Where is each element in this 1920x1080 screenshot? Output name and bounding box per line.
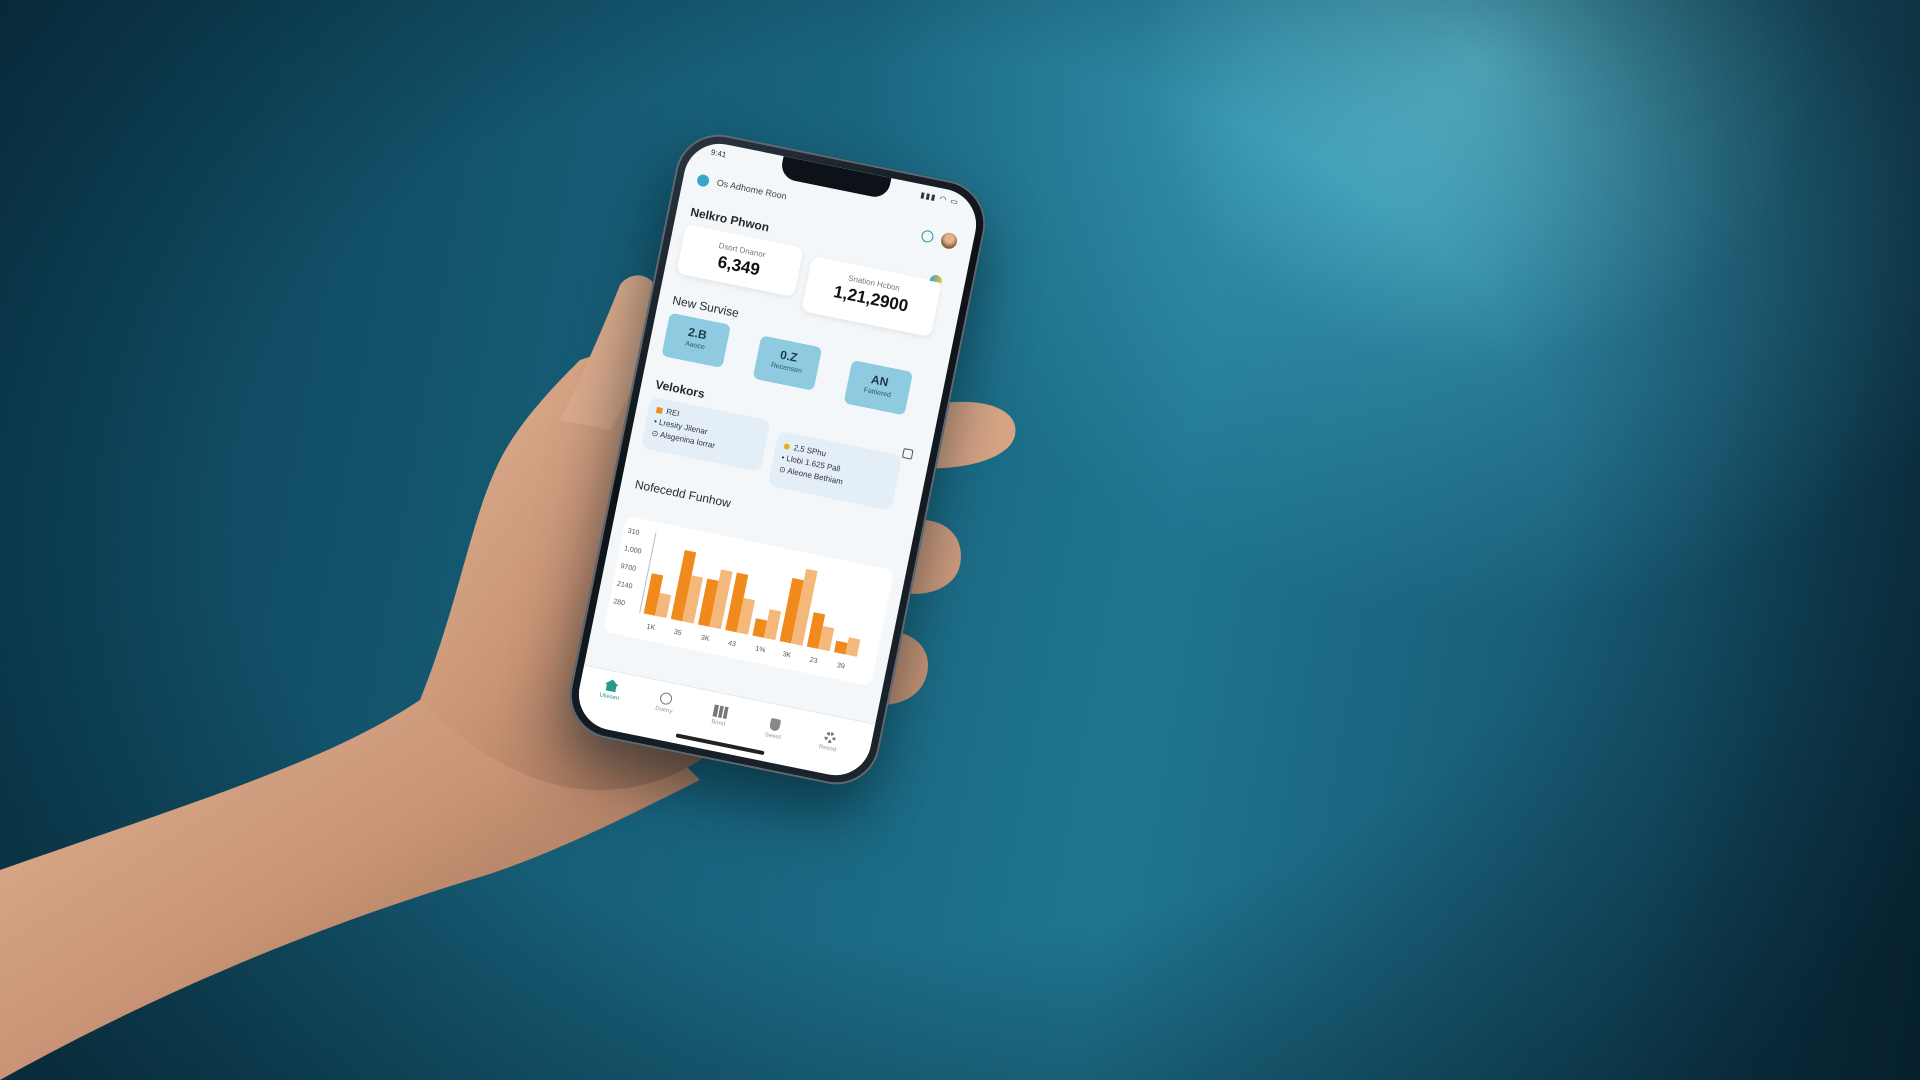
vehicles-title: Velokors [654, 377, 706, 402]
vehicle-card-1[interactable]: REI • Lresity Jilenar ⊙ Alsgenina lorrar [640, 396, 771, 472]
bottom-nav: Uliesen Dueny Bnnd Sewel Resnd [572, 664, 876, 782]
nav-item-chart[interactable]: Bnnd [693, 701, 746, 732]
edit-icon[interactable] [901, 447, 914, 460]
x-tick-label: 1K [646, 623, 656, 632]
vehicle-card-2[interactable]: 2,5 SPhu • Llobi 1.625 Pall ⊙ Aleone Bet… [767, 430, 903, 511]
gear-icon [823, 730, 837, 744]
service-chip-2[interactable]: 0.Z Recensen [752, 335, 823, 391]
y-tick-label: 280 [613, 598, 626, 607]
home-icon [604, 678, 620, 693]
avatar[interactable] [939, 231, 959, 251]
phone-device: 9:41 ▮▮▮ ◠ ▭ Os Adhome Roon Nelkro Phwon… [561, 126, 994, 793]
y-tick-label: 2140 [616, 581, 633, 591]
chart-card: 310 1,000 9700 2140 280 1K 35 3K 43 1% 3K 23 39 [603, 516, 895, 687]
search-icon [659, 691, 674, 706]
x-tick-label: 1% [755, 645, 766, 654]
shield-icon [768, 717, 782, 732]
x-tick-label: 39 [836, 662, 845, 670]
x-tick-label: 35 [673, 629, 682, 637]
x-tick-label: 3K [782, 651, 792, 660]
x-tick-label: 3K [700, 634, 710, 643]
refresh-icon[interactable] [920, 229, 935, 244]
app-logo-icon[interactable] [696, 173, 711, 188]
nav-label: Uliesen [598, 692, 620, 703]
chart-title: Nofecedd Funhow [633, 477, 733, 511]
nav-item-home[interactable]: Uliesen [584, 675, 637, 706]
nav-item-settings[interactable]: Resnd [802, 727, 855, 757]
status-dot [655, 406, 663, 414]
status-dot [783, 442, 791, 451]
nav-label: Dueny [654, 705, 673, 716]
nav-item-shield[interactable]: Sewel [748, 714, 801, 745]
nav-item-search[interactable]: Dueny [639, 688, 692, 719]
chart-bar [845, 637, 861, 657]
phone-screen: 9:41 ▮▮▮ ◠ ▭ Os Adhome Roon Nelkro Phwon… [572, 137, 983, 782]
nav-label: Sewel [764, 732, 782, 742]
chart-icon [712, 704, 729, 719]
bar-chart: 310 1,000 9700 2140 280 1K 35 3K 43 1% 3K 23 39 [613, 528, 861, 670]
stat-card-2[interactable]: Snation Hcbon 1,21,2900 [801, 255, 942, 338]
nav-label: Bnnd [710, 719, 726, 728]
y-tick-label: 310 [627, 528, 640, 537]
app-title: Os Adhome Roon [716, 177, 788, 202]
service-chip-1[interactable]: 2.B Aaoce [661, 312, 731, 369]
service-chip-3[interactable]: AN Fattiered [843, 359, 914, 416]
y-tick-label: 1,000 [623, 545, 642, 555]
y-tick-label: 9700 [620, 563, 637, 573]
home-indicator [675, 733, 765, 756]
x-tick-label: 43 [727, 640, 736, 648]
x-tick-label: 23 [809, 657, 818, 665]
chart-bar [833, 640, 848, 655]
signal-wifi-battery-icon: ▮▮▮ ◠ ▭ [919, 190, 960, 207]
phone-container: 9:41 ▮▮▮ ◠ ▭ Os Adhome Roon Nelkro Phwon… [530, 126, 1010, 800]
status-time: 9:41 [710, 147, 728, 160]
stat-card-1[interactable]: Dsort Dnanor 6,349 [676, 224, 804, 297]
nav-label: Resnd [818, 744, 837, 754]
